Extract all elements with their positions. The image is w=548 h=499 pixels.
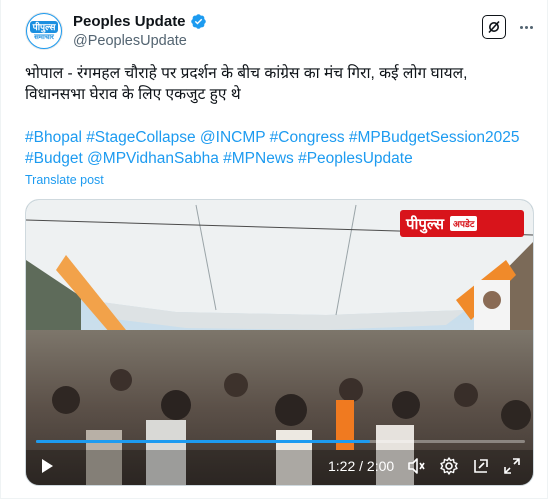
grok-button[interactable]: [482, 15, 506, 39]
hashtag-line[interactable]: #Budget @MPVidhanSabha #MPNews #PeoplesU…: [25, 148, 535, 169]
hashtag-line[interactable]: #Bhopal #StageCollapse @INCMP #Congress …: [25, 127, 535, 148]
grok-icon: [488, 20, 500, 34]
tweet-hashtags[interactable]: #Bhopal #StageCollapse @INCMP #Congress …: [25, 127, 535, 169]
avatar-logo-bottom: समाचार: [34, 33, 54, 41]
translate-post-link[interactable]: Translate post: [25, 173, 104, 187]
avatar[interactable]: पीपुल्स समाचार: [25, 12, 63, 50]
tweet-text-line: विधानसभा घेराव के लिए एकजुट हुए थे: [25, 86, 241, 103]
video-timecode: 1:22 / 2:00: [328, 458, 395, 474]
video-player[interactable]: पीपुल्स अपडेट 1:22 / 2:00: [25, 199, 534, 486]
play-icon[interactable]: [38, 457, 56, 475]
tweet-text: भोपाल - रंगमहल चौराहे पर प्रदर्शन के बीच…: [25, 63, 530, 105]
display-name[interactable]: Peoples Update: [73, 13, 186, 30]
verified-badge-icon: [190, 14, 206, 29]
channel-logo-sub: अपडेट: [450, 216, 478, 231]
video-controls: 1:22 / 2:00: [26, 452, 533, 480]
more-icon[interactable]: [515, 15, 537, 39]
picture-in-picture-icon[interactable]: [471, 456, 491, 476]
author-handle[interactable]: @PeoplesUpdate: [73, 33, 187, 49]
video-frame: [26, 200, 533, 485]
avatar-logo: पीपुल्स समाचार: [27, 14, 61, 48]
video-progress-fill: [36, 440, 370, 443]
channel-logo: पीपुल्स अपडेट: [400, 210, 524, 237]
volume-icon[interactable]: [406, 456, 426, 476]
settings-gear-icon[interactable]: [439, 456, 459, 476]
author-name-row: Peoples Update: [73, 13, 207, 30]
fullscreen-icon[interactable]: [502, 456, 522, 476]
tweet-card: पीपुल्स समाचार Peoples Update @PeoplesUp…: [0, 0, 548, 499]
tweet-text-line: भोपाल - रंगमहल चौराहे पर प्रदर्शन के बीच…: [25, 65, 468, 82]
channel-logo-main: पीपुल्स: [406, 215, 445, 233]
avatar-logo-top: पीपुल्स: [29, 20, 59, 33]
video-progress-bar[interactable]: [36, 440, 525, 443]
